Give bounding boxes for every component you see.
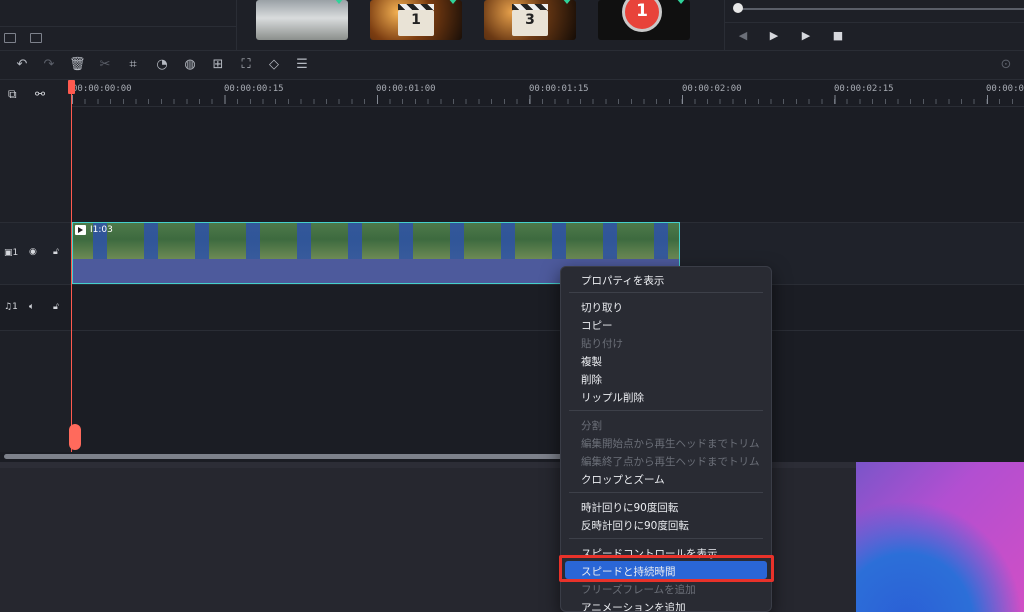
ruler-label: 00:00:01:00 (376, 84, 436, 94)
media-thumbnail-countdown-1[interactable]: 1 (370, 0, 462, 40)
menu-item-copy[interactable]: コピー (581, 318, 613, 333)
new-folder-icon[interactable] (4, 33, 16, 43)
crop-icon[interactable]: ⌗ (125, 57, 141, 73)
downloaded-icon (562, 0, 572, 4)
link-icon[interactable]: ⚯ (35, 87, 45, 101)
menu-item-add-freeze-frame[interactable]: フリーズフレームを追加 (581, 582, 696, 597)
menu-item-trim-start-to-playhead[interactable]: 編集開始点から再生ヘッドまでトリム (581, 436, 760, 451)
clapper-number: 3 (525, 12, 535, 28)
countdown-number: 1 (636, 1, 648, 21)
menu-separator (569, 410, 763, 411)
highlight-callout-box (559, 555, 774, 582)
stop-icon[interactable]: ■ (831, 30, 845, 42)
ruler-major-ticks (72, 95, 1024, 104)
timeline-scrollbar[interactable] (4, 454, 564, 459)
menu-item-rotate-clockwise[interactable]: 時計回りに90度回転 (581, 500, 678, 515)
playhead[interactable] (71, 80, 72, 452)
ruler-label: 00:00:03 (986, 84, 1024, 94)
menu-item-trim-end-to-playhead[interactable]: 編集終了点から再生ヘッドまでトリム (581, 454, 760, 469)
menu-item-cut[interactable]: 切り取り (581, 300, 623, 315)
divider (0, 26, 236, 27)
divider (724, 22, 1024, 23)
clapper-number: 1 (411, 12, 421, 28)
downloaded-icon (448, 0, 458, 4)
cut-icon[interactable]: ✂ (97, 57, 113, 73)
menu-item-crop-and-zoom[interactable]: クロップとズーム (581, 472, 665, 487)
wallpaper-wave (856, 500, 1024, 612)
menu-item-add-animation[interactable]: アニメーションを追加 (581, 600, 686, 611)
play-icon[interactable]: ▶ (799, 30, 813, 42)
video-track-icon: ▣1 (4, 248, 19, 258)
countdown-ring: 1 (622, 0, 662, 32)
audio-mixer-icon[interactable]: ☰ (294, 57, 310, 73)
video-clip-icon (75, 225, 86, 235)
menu-separator (569, 292, 763, 293)
menu-separator (569, 538, 763, 539)
audio-track-index: 1 (12, 302, 18, 312)
audio-track (0, 284, 1024, 330)
menu-item-split[interactable]: 分割 (581, 418, 602, 433)
add-track-icon[interactable]: ⧉ (8, 87, 17, 102)
folder-icon[interactable] (30, 33, 42, 43)
playhead-bottom-handle[interactable] (69, 424, 81, 450)
clapper-board: 3 (512, 10, 548, 36)
speed-icon[interactable]: ◔ (154, 57, 170, 73)
lock-icon[interactable]: 🔓︎ (53, 247, 59, 257)
menu-item-show-properties[interactable]: プロパティを表示 (581, 273, 664, 288)
downloaded-icon (676, 0, 686, 4)
menu-separator (569, 492, 763, 493)
undo-icon[interactable]: ↶ (14, 57, 30, 73)
lock-icon[interactable]: 🔓︎ (53, 302, 59, 312)
media-thumbnail-countdown-3[interactable]: 3 (484, 0, 576, 40)
preview-scrub-handle[interactable] (733, 3, 743, 13)
eye-icon[interactable]: ◉ (29, 247, 37, 257)
menu-item-rotate-counterclockwise[interactable]: 反時計回りに90度回転 (581, 518, 689, 533)
clip-filmstrip (73, 223, 679, 259)
keyframe-icon[interactable]: ◇ (266, 57, 282, 73)
color-icon[interactable]: ◍ (182, 57, 198, 73)
ruler-label: 00:00:00:00 (72, 84, 132, 94)
focus-icon[interactable]: ⛶ (238, 57, 254, 73)
step-back-icon[interactable]: ▶︎ (767, 30, 781, 42)
delete-icon[interactable]: 🗑 (69, 57, 86, 73)
redo-icon[interactable]: ↷ (41, 57, 57, 73)
ruler-label: 00:00:01:15 (529, 84, 589, 94)
menu-item-duplicate[interactable]: 複製 (581, 354, 602, 369)
downloaded-icon (334, 0, 344, 4)
menu-item-paste[interactable]: 貼り付け (581, 336, 623, 351)
render-preview-icon[interactable]: ⊙ (998, 57, 1014, 73)
video-track-index: 1 (12, 248, 19, 258)
menu-item-delete[interactable]: 削除 (581, 372, 602, 387)
ruler-label: 00:00:02:15 (834, 84, 894, 94)
playhead-handle[interactable] (68, 80, 75, 94)
divider (0, 284, 1024, 285)
media-thumbnail-plant[interactable] (256, 0, 348, 40)
clip-label: I1:03 (90, 225, 113, 235)
speaker-icon[interactable]: 🔈︎ (29, 302, 34, 312)
preview-scrub-bar[interactable] (738, 8, 1024, 10)
media-thumbnail-countdown-red[interactable]: 1 (598, 0, 690, 40)
clapper-board: 1 (398, 10, 434, 36)
ruler-label: 00:00:02:00 (682, 84, 742, 94)
audio-track-icon: ♫1 (4, 302, 18, 312)
ruler-label: 00:00:00:15 (224, 84, 284, 94)
divider (0, 330, 1024, 331)
green-screen-icon[interactable]: ⊞ (210, 57, 226, 73)
previous-frame-icon[interactable]: ◀︎ (736, 30, 750, 42)
menu-item-ripple-delete[interactable]: リップル削除 (581, 390, 644, 405)
